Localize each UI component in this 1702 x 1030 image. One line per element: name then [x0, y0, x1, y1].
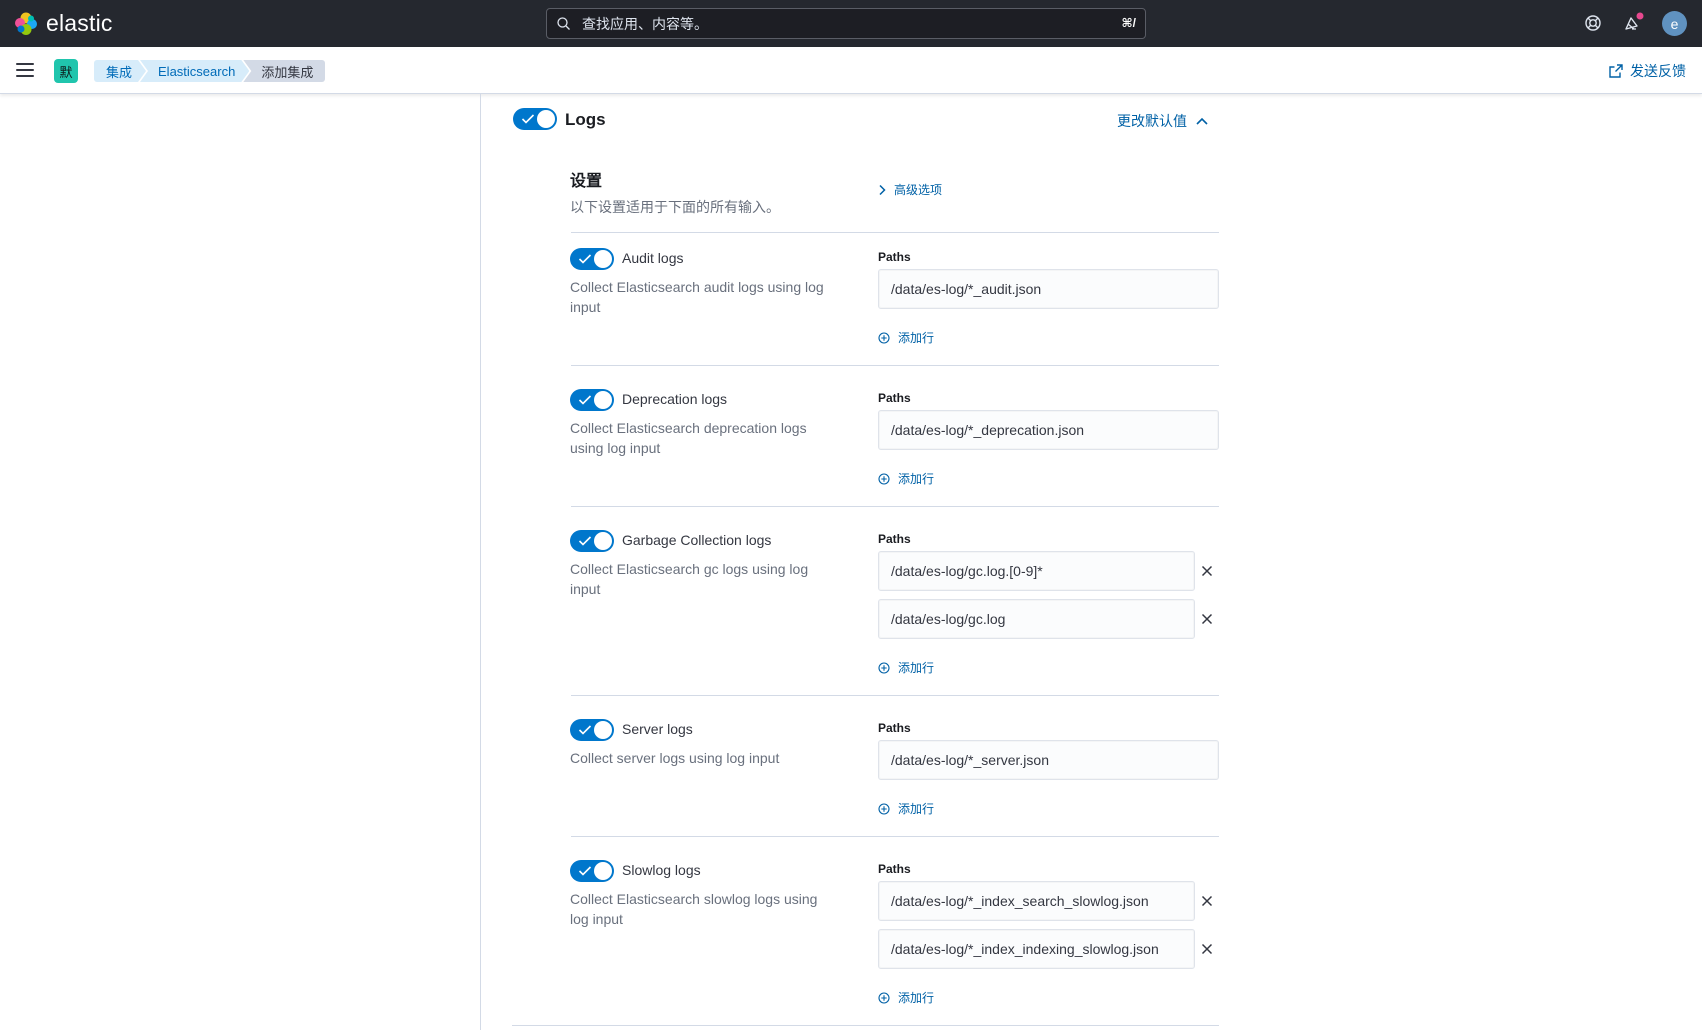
plus-in-circle-icon [878, 991, 890, 1004]
space-avatar[interactable]: 默 [54, 59, 78, 83]
divider [571, 506, 1219, 507]
search-placeholder: 查找应用、内容等。 [582, 15, 708, 32]
plus-in-circle-icon [878, 802, 890, 815]
user-avatar[interactable]: e [1662, 11, 1687, 36]
paths-label: Paths [878, 250, 911, 264]
breadcrumb-integrations[interactable]: 集成 [94, 60, 146, 82]
check-icon [578, 536, 592, 546]
check-icon [578, 866, 592, 876]
left-panel-border [480, 94, 481, 1030]
change-defaults-label: 更改默认值 [1117, 113, 1187, 129]
settings-description: 以下设置适用于下面的所有输入。 [570, 199, 780, 215]
paths-label: Paths [878, 721, 911, 735]
advanced-options-label: 高级选项 [894, 183, 943, 197]
server-logs-description: Collect server logs using log input [570, 750, 780, 766]
change-defaults-button[interactable]: 更改默认值 [1117, 111, 1209, 131]
slowlog-logs-description: Collect Elasticsearch slowlog logs using… [570, 891, 818, 927]
audit-logs-title: Audit logs [622, 250, 684, 266]
audit-logs-description: Collect Elasticsearch audit logs using l… [570, 279, 824, 315]
search-icon [557, 16, 570, 30]
brand-name: elastic [46, 10, 113, 36]
top-header: elastic 查找应用、内容等。 ⌘/ e [0, 0, 1702, 47]
breadcrumb-bar: 默 集成 Elasticsearch 添加集成 发送反馈 [0, 47, 1702, 94]
slowlog-logs-toggle[interactable] [570, 860, 614, 882]
logs-section-title: Logs [565, 110, 606, 129]
check-icon [578, 395, 592, 405]
deprecation-logs-toggle[interactable] [570, 389, 614, 411]
gc-path-input-2[interactable]: /data/es-log/gc.log [878, 599, 1195, 639]
audit-path-input[interactable]: /data/es-log/*_audit.json [878, 269, 1219, 309]
deprecation-logs-title: Deprecation logs [622, 391, 728, 407]
check-icon [578, 254, 592, 264]
check-icon [521, 114, 535, 124]
advanced-options-toggle[interactable]: 高级选项 [878, 181, 942, 198]
add-row-button[interactable]: 添加行 [878, 470, 934, 487]
divider [512, 1025, 1219, 1026]
chevron-up-icon [1196, 117, 1208, 125]
deprecation-path-input[interactable]: /data/es-log/*_deprecation.json [878, 410, 1219, 450]
remove-path-icon[interactable] [1199, 893, 1215, 909]
divider [571, 836, 1219, 837]
settings-title: 设置 [570, 173, 603, 190]
slowlog-path-input-1[interactable]: /data/es-log/*_index_search_slowlog.json [878, 881, 1195, 921]
add-row-button[interactable]: 添加行 [878, 800, 934, 817]
gc-logs-title: Garbage Collection logs [622, 532, 772, 548]
plus-in-circle-icon [878, 331, 890, 344]
paths-label: Paths [878, 862, 911, 876]
help-icon[interactable] [1582, 12, 1604, 34]
chevron-right-icon [879, 184, 886, 195]
server-path-input[interactable]: /data/es-log/*_server.json [878, 740, 1219, 780]
server-logs-title: Server logs [622, 721, 693, 737]
logs-enabled-toggle[interactable] [513, 108, 557, 130]
global-search-input[interactable]: 查找应用、内容等。 ⌘/ [546, 8, 1146, 39]
remove-path-icon[interactable] [1199, 563, 1215, 579]
external-link-icon [1609, 64, 1623, 78]
breadcrumb: 集成 Elasticsearch 添加集成 [94, 60, 326, 82]
elastic-logo-icon [14, 12, 38, 36]
news-feed-icon[interactable] [1622, 12, 1644, 34]
divider [571, 232, 1219, 233]
send-feedback-label: 发送反馈 [1630, 63, 1686, 79]
elastic-logo[interactable]: elastic [14, 10, 113, 37]
send-feedback-link[interactable]: 发送反馈 [1609, 61, 1686, 81]
audit-logs-toggle[interactable] [570, 248, 614, 270]
divider [571, 695, 1219, 696]
remove-path-icon[interactable] [1199, 941, 1215, 957]
add-row-button[interactable]: 添加行 [878, 989, 934, 1006]
add-row-button[interactable]: 添加行 [878, 659, 934, 676]
plus-in-circle-icon [878, 661, 890, 674]
breadcrumb-elasticsearch[interactable]: Elasticsearch [140, 60, 249, 82]
remove-path-icon[interactable] [1199, 611, 1215, 627]
check-icon [578, 725, 592, 735]
paths-label: Paths [878, 532, 911, 546]
gc-logs-description: Collect Elasticsearch gc logs using log … [570, 561, 809, 597]
server-logs-toggle[interactable] [570, 719, 614, 741]
gc-path-input-1[interactable]: /data/es-log/gc.log.[0-9]* [878, 551, 1195, 591]
deprecation-logs-description: Collect Elasticsearch deprecation logs u… [570, 420, 807, 456]
search-shortcut: ⌘/ [1121, 16, 1136, 30]
plus-in-circle-icon [878, 472, 890, 485]
slowlog-logs-title: Slowlog logs [622, 862, 701, 878]
hamburger-menu-icon[interactable] [16, 61, 36, 79]
breadcrumb-add-integration: 添加集成 [243, 60, 326, 82]
gc-logs-toggle[interactable] [570, 530, 614, 552]
divider [571, 365, 1219, 366]
add-row-button[interactable]: 添加行 [878, 329, 934, 346]
slowlog-path-input-2[interactable]: /data/es-log/*_index_indexing_slowlog.js… [878, 929, 1195, 969]
paths-label: Paths [878, 391, 911, 405]
